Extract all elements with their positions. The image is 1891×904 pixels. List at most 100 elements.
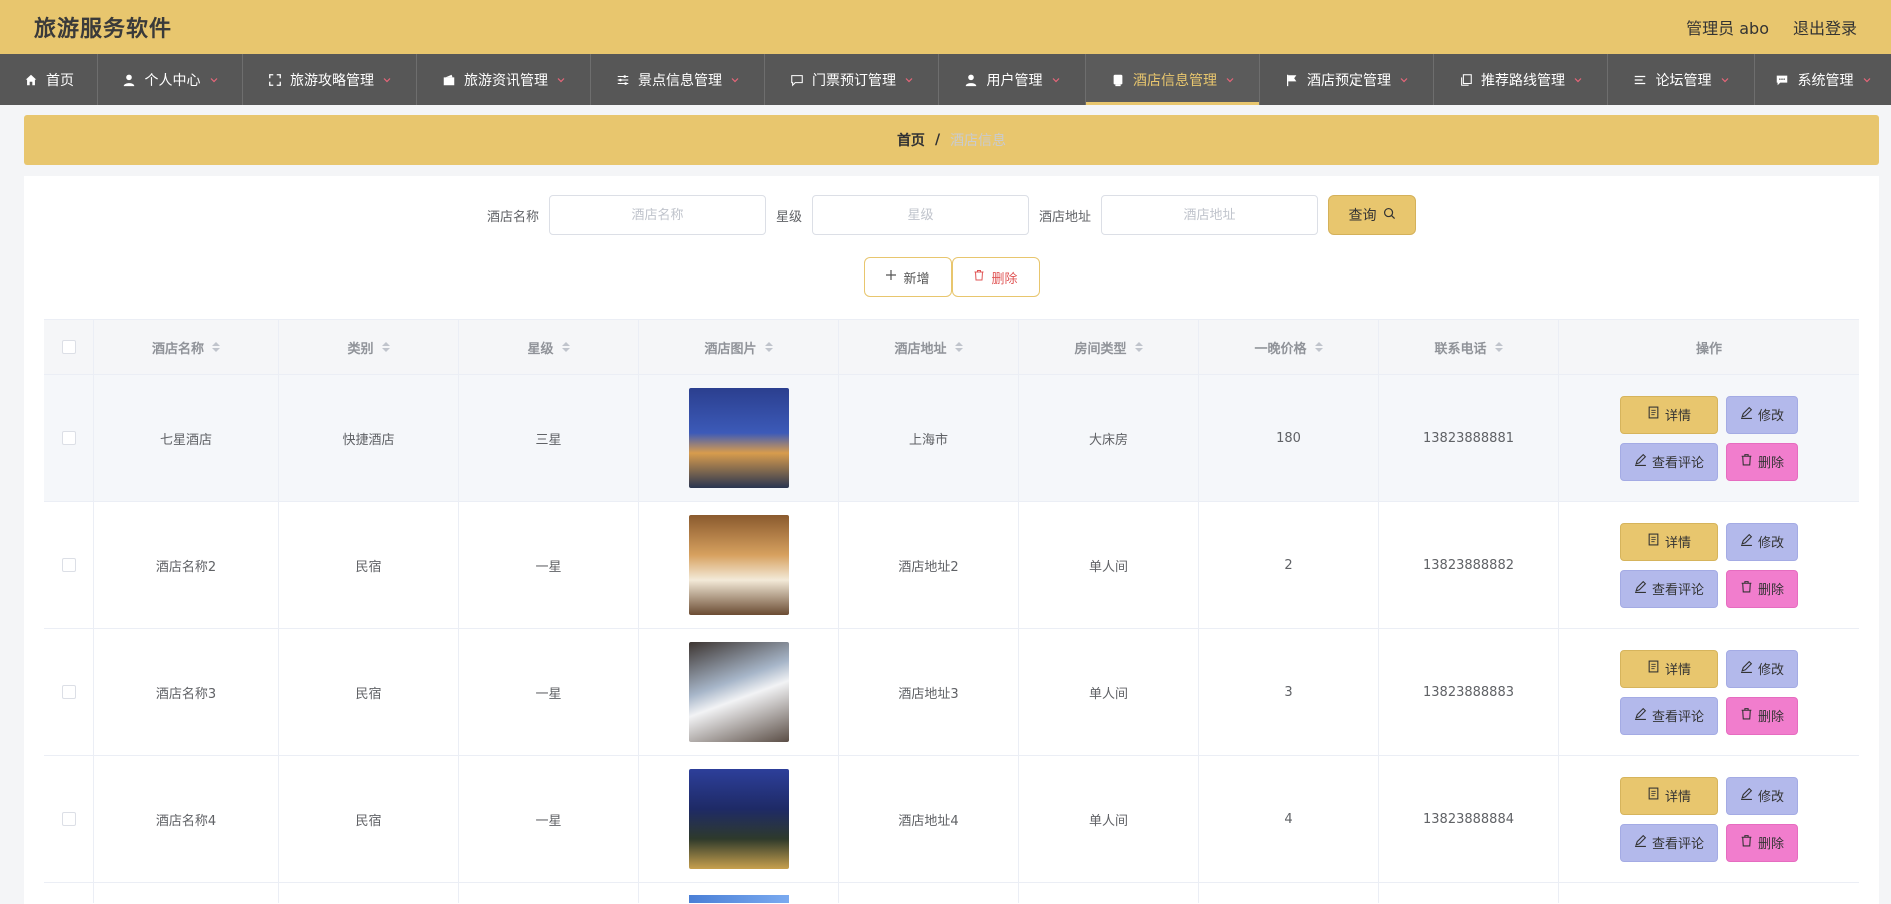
query-button[interactable]: 查询 bbox=[1328, 195, 1417, 235]
nav-item-hotel-booking[interactable]: 酒店预定管理 bbox=[1260, 54, 1434, 105]
nav-item-hotel-info[interactable]: 酒店信息管理 bbox=[1086, 54, 1260, 105]
nav-item-system-management[interactable]: 系统管理 bbox=[1755, 54, 1891, 105]
table-row: 七星酒店 快捷酒店 三星 上海市 大床房 180 13823888881 详情 … bbox=[44, 375, 1859, 502]
delete-button[interactable]: 删除 bbox=[1726, 696, 1799, 735]
delete-button[interactable]: 删除 bbox=[1726, 569, 1799, 608]
room-type-cell: 单人间 bbox=[1019, 756, 1199, 882]
header-user-area: 管理员 abo 退出登录 bbox=[1686, 15, 1857, 39]
star-input[interactable] bbox=[812, 195, 1029, 235]
add-button[interactable]: 新增 bbox=[863, 257, 952, 297]
edit-icon bbox=[1634, 580, 1647, 597]
nav-item-personal-center[interactable]: 个人中心 bbox=[98, 54, 243, 105]
detail-button[interactable]: 详情 bbox=[1619, 395, 1718, 434]
delete-button[interactable]: 删除 bbox=[1726, 442, 1799, 481]
nav-item-scenic-info[interactable]: 景点信息管理 bbox=[591, 54, 765, 105]
document-icon bbox=[1647, 660, 1660, 677]
detail-button[interactable]: 详情 bbox=[1619, 522, 1718, 561]
column-header-price[interactable]: 一晚价格 bbox=[1199, 320, 1379, 374]
user-icon bbox=[964, 72, 979, 87]
edit-icon bbox=[1740, 787, 1753, 804]
chevron-down-icon bbox=[382, 75, 392, 85]
app-title: 旅游服务软件 bbox=[34, 17, 173, 42]
column-header-category[interactable]: 类别 bbox=[279, 320, 459, 374]
edit-button[interactable]: 修改 bbox=[1726, 649, 1799, 688]
view-comments-button[interactable]: 查看评论 bbox=[1619, 696, 1718, 735]
view-comments-button[interactable]: 查看评论 bbox=[1619, 569, 1718, 608]
row-select-cell bbox=[44, 629, 94, 755]
hotel-photo[interactable] bbox=[688, 515, 789, 615]
empty-cell bbox=[1019, 883, 1199, 903]
action-bar: 新增 删除 bbox=[24, 257, 1879, 297]
column-header-hotel-image[interactable]: 酒店图片 bbox=[639, 320, 839, 374]
hotel-name-input[interactable] bbox=[548, 195, 766, 235]
edit-icon bbox=[1740, 533, 1753, 550]
column-label: 酒店地址 bbox=[894, 341, 947, 357]
category-cell: 民宿 bbox=[279, 629, 459, 755]
nav-item-forum-management[interactable]: 论坛管理 bbox=[1608, 54, 1755, 105]
delete-button-label: 删除 bbox=[1758, 456, 1785, 471]
empty-cell bbox=[94, 883, 279, 903]
row-checkbox[interactable] bbox=[61, 812, 76, 826]
row-checkbox[interactable] bbox=[61, 685, 76, 699]
message-icon bbox=[1775, 72, 1790, 87]
hotel-address-cell: 酒店地址4 bbox=[839, 756, 1019, 882]
operations-cell: 详情 修改 查看评论 删除 bbox=[1559, 375, 1859, 501]
operations-cell bbox=[1559, 883, 1859, 903]
detail-button[interactable]: 详情 bbox=[1619, 649, 1718, 688]
hotel-name-cell: 酒店名称2 bbox=[94, 502, 279, 628]
edit-button-label: 修改 bbox=[1758, 790, 1785, 805]
chevron-down-icon bbox=[1573, 75, 1583, 85]
edit-button[interactable]: 修改 bbox=[1726, 522, 1799, 561]
view-comments-button[interactable]: 查看评论 bbox=[1619, 442, 1718, 481]
user-icon bbox=[122, 72, 137, 87]
delete-button[interactable]: 删除 bbox=[1726, 823, 1799, 862]
chevron-down-icon bbox=[209, 75, 219, 85]
room-type-cell: 大床房 bbox=[1019, 375, 1199, 501]
hotel-photo[interactable] bbox=[688, 388, 789, 488]
nav-item-travel-news[interactable]: 旅游资讯管理 bbox=[417, 54, 591, 105]
nav-item-travel-guide[interactable]: 旅游攻略管理 bbox=[243, 54, 417, 105]
edit-button[interactable]: 修改 bbox=[1726, 776, 1799, 815]
column-header-room-type[interactable]: 房间类型 bbox=[1019, 320, 1199, 374]
operations-cell: 详情 修改 查看评论 删除 bbox=[1559, 629, 1859, 755]
column-header-hotel-name[interactable]: 酒店名称 bbox=[94, 320, 279, 374]
top-header: 旅游服务软件 管理员 abo 退出登录 bbox=[0, 0, 1891, 54]
nav-item-user-management[interactable]: 用户管理 bbox=[939, 54, 1086, 105]
breadcrumb-home[interactable]: 首页 bbox=[897, 130, 925, 150]
view-comments-button[interactable]: 查看评论 bbox=[1619, 823, 1718, 862]
nav-item-route-recommendation[interactable]: 推荐路线管理 bbox=[1434, 54, 1608, 105]
phone-cell: 13823888881 bbox=[1379, 375, 1559, 501]
sort-icon bbox=[1494, 342, 1503, 352]
star-cell: 一星 bbox=[459, 629, 639, 755]
nav-item-label: 系统管理 bbox=[1797, 72, 1854, 89]
logout-link[interactable]: 退出登录 bbox=[1793, 15, 1857, 39]
select-all-checkbox[interactable] bbox=[61, 340, 76, 354]
hotel-address-input[interactable] bbox=[1101, 195, 1319, 235]
hotel-address-label: 酒店地址 bbox=[1039, 209, 1092, 225]
row-checkbox[interactable] bbox=[61, 431, 76, 445]
column-header-star[interactable]: 星级 bbox=[459, 320, 639, 374]
current-user-label: 管理员 abo bbox=[1686, 19, 1769, 38]
hotel-photo[interactable] bbox=[688, 642, 789, 742]
edit-icon bbox=[1740, 406, 1753, 423]
empty-cell bbox=[1199, 883, 1379, 903]
main-nav: 首页 个人中心 旅游攻略管理 旅游资讯管理 景点信息管理 门票预订管理 用户管理… bbox=[0, 54, 1891, 105]
flag-icon bbox=[1284, 72, 1299, 87]
column-label: 星级 bbox=[527, 341, 554, 357]
hotel-photo[interactable] bbox=[688, 895, 789, 903]
chevron-down-icon bbox=[904, 75, 914, 85]
column-header-phone[interactable]: 联系电话 bbox=[1379, 320, 1559, 374]
edit-icon bbox=[1634, 834, 1647, 851]
trash-icon bbox=[1740, 453, 1753, 470]
batch-delete-button[interactable]: 删除 bbox=[951, 257, 1040, 297]
hotel-photo[interactable] bbox=[688, 769, 789, 869]
hotel-image-cell bbox=[639, 502, 839, 628]
edit-button[interactable]: 修改 bbox=[1726, 395, 1799, 434]
nav-item-home[interactable]: 首页 bbox=[0, 54, 98, 105]
edit-icon bbox=[1740, 660, 1753, 677]
row-checkbox[interactable] bbox=[61, 558, 76, 572]
edit-button-label: 修改 bbox=[1758, 663, 1785, 678]
nav-item-ticket-booking[interactable]: 门票预订管理 bbox=[765, 54, 939, 105]
detail-button[interactable]: 详情 bbox=[1619, 776, 1718, 815]
column-header-hotel-address[interactable]: 酒店地址 bbox=[839, 320, 1019, 374]
